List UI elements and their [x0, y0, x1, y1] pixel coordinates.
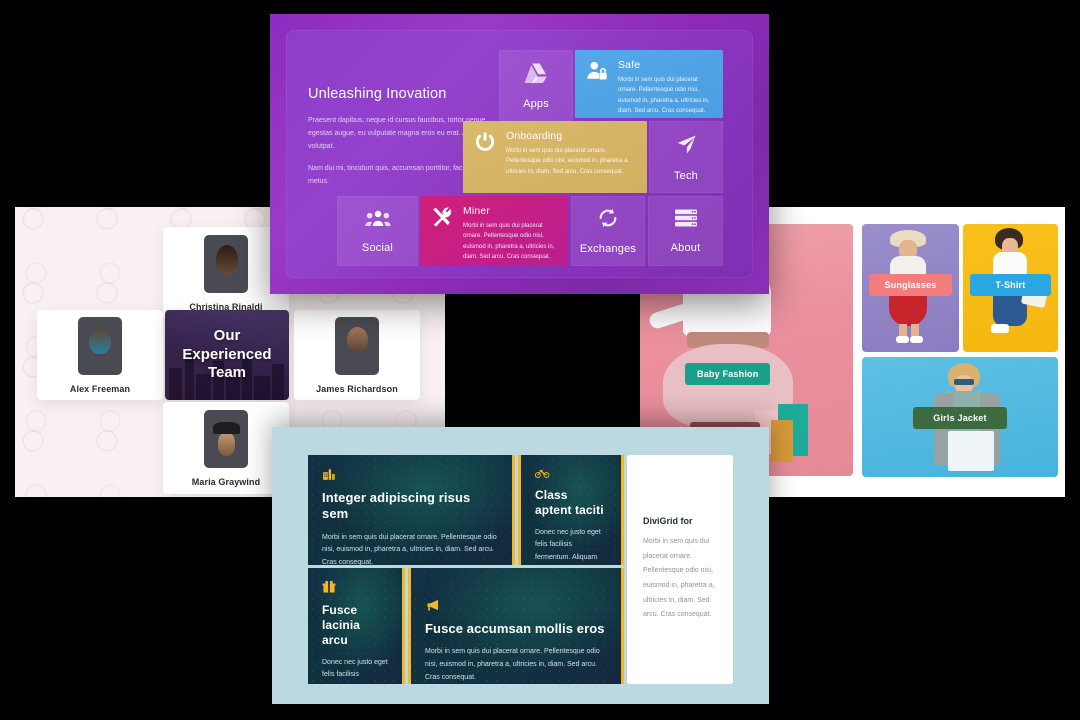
- grid-inner: Integer adipiscing risus sem Morbi in se…: [308, 446, 733, 685]
- tile-social[interactable]: Social: [337, 196, 418, 266]
- divigrid-side-card[interactable]: DiviGrid for Morbi in sem quis dui place…: [627, 455, 733, 684]
- shopping-bag-gold: [771, 420, 793, 462]
- tag-baby-fashion[interactable]: Baby Fashion: [685, 363, 771, 385]
- megaphone-icon: [425, 598, 607, 614]
- feature-title: Fusce lacinia arcu: [322, 603, 361, 647]
- screenshot-stage: Christina Rinaldi Alex Freeman Our Exper…: [0, 0, 1080, 720]
- team-member-name: Maria Graywind: [191, 476, 261, 487]
- avatar: [204, 409, 248, 468]
- avatar: [335, 316, 379, 375]
- team-hero-title: Our Experienced Team: [182, 327, 271, 383]
- category-card-tshirt[interactable]: T-Shirt: [963, 224, 1058, 352]
- feature-body: Morbi in sem quis dui placerat ornare. P…: [322, 533, 497, 566]
- tile-label: Miner: [463, 205, 491, 217]
- tag-tshirt[interactable]: T-Shirt: [970, 274, 1051, 296]
- hero-line-1: Our: [213, 326, 241, 344]
- tile-label: Tech: [673, 169, 699, 182]
- tile-body: Safe Morbi in sem quis dui placerat orna…: [618, 59, 712, 116]
- hero-line-2: Experienced: [182, 345, 272, 363]
- shoe-graphic: [896, 336, 909, 343]
- tile-label: Safe: [618, 59, 641, 71]
- avatar: [78, 316, 122, 375]
- tile-tech[interactable]: Tech: [649, 121, 723, 193]
- users-group-icon: [364, 209, 391, 233]
- user-lock-icon: [586, 60, 608, 82]
- feature-title: Fusce accumsan mollis eros: [425, 621, 605, 636]
- team-member-name: Alex Freeman: [69, 383, 131, 394]
- feature-title: Class aptent taciti: [535, 488, 604, 517]
- side-body: Morbi in sem quis dui placerat ornare. P…: [643, 537, 715, 619]
- tile-about[interactable]: About: [648, 196, 723, 266]
- power-icon: [474, 131, 496, 153]
- feature-title: Integer adipiscing risus sem: [322, 490, 471, 522]
- tile-text: Morbi in sem quis dui placerat ornare. P…: [506, 148, 630, 175]
- side-title: DiviGrid for: [643, 515, 693, 526]
- tile-text: Morbi in sem quis dui placerat ornare. P…: [618, 77, 710, 114]
- tile-label: Social: [361, 241, 394, 254]
- category-card-sunglasses[interactable]: Sunglasses: [862, 224, 959, 352]
- feature-card-class-aptent[interactable]: Class aptent taciti Donec nec justo eget…: [518, 455, 624, 565]
- bicycle-icon: [534, 467, 607, 481]
- team-member-card[interactable]: Alex Freeman: [37, 310, 163, 400]
- tile-safe[interactable]: Safe Morbi in sem quis dui placerat orna…: [575, 50, 723, 118]
- paper-plane-icon: [675, 133, 698, 161]
- tile-miner[interactable]: Miner Morbi in sem quis dui placerat orn…: [420, 196, 568, 266]
- shoe-graphic: [910, 336, 923, 343]
- tag-girls-jacket[interactable]: Girls Jacket: [913, 407, 1007, 429]
- feature-body: Morbi in sem quis dui placerat ornare. P…: [425, 648, 600, 682]
- hero-line-3: Team: [207, 364, 247, 382]
- tile-exchanges[interactable]: Exchanges: [571, 196, 645, 266]
- tile-label: Apps: [523, 98, 549, 110]
- tag-sunglasses[interactable]: Sunglasses: [869, 274, 952, 296]
- team-hero-card[interactable]: Our Experienced Team: [165, 310, 289, 400]
- tile-onboarding[interactable]: Onboarding Morbi in sem quis dui placera…: [463, 121, 647, 193]
- panel-inner: Unleashing Inovation Praesent dapibus, n…: [286, 30, 753, 278]
- feature-body: Donec nec justo eget felis facilisis fer…: [322, 659, 388, 684]
- team-member-card[interactable]: James Richardson: [294, 310, 420, 400]
- google-drive-icon: [524, 62, 548, 89]
- tile-body: Onboarding Morbi in sem quis dui placera…: [506, 130, 636, 177]
- tile-label: Onboarding: [506, 130, 563, 142]
- divigrid-panel: Integer adipiscing risus sem Morbi in se…: [272, 427, 769, 704]
- sunglasses-graphic: [954, 379, 974, 385]
- unleashing-innovation-panel: Unleashing Inovation Praesent dapibus, n…: [270, 14, 769, 294]
- avatar: [204, 234, 248, 293]
- tile-label: Exchanges: [579, 243, 637, 255]
- server-rack-icon: [674, 208, 698, 233]
- tile-label: About: [670, 242, 701, 254]
- shopping-bag-white: [948, 431, 994, 471]
- feature-card-integer-adipiscing[interactable]: Integer adipiscing risus sem Morbi in se…: [308, 455, 515, 565]
- team-member-card[interactable]: Maria Graywind: [163, 402, 289, 494]
- category-card-girls-jacket[interactable]: Girls Jacket: [862, 357, 1058, 477]
- feature-card-fusce-lacinia[interactable]: Fusce lacinia arcu Donec nec justo eget …: [308, 568, 405, 684]
- tile-body: Miner Morbi in sem quis dui placerat orn…: [463, 205, 557, 262]
- gift-box-icon: [322, 580, 388, 596]
- refresh-exchange-icon: [597, 207, 619, 234]
- shoe-graphic: [991, 324, 1009, 333]
- feature-body: Donec nec justo eget felis facilisis fer…: [535, 529, 601, 561]
- page-title: Unleashing Inovation: [308, 86, 447, 102]
- tile-text: Morbi in sem quis dui placerat ornare. P…: [463, 223, 555, 260]
- feature-card-fusce-accumsan[interactable]: Fusce accumsan mollis eros Morbi in sem …: [408, 568, 624, 684]
- tools-icon: [431, 206, 453, 228]
- tile-apps[interactable]: Apps: [499, 50, 573, 122]
- team-member-name: James Richardson: [316, 383, 398, 394]
- factory-building-icon: [322, 467, 498, 483]
